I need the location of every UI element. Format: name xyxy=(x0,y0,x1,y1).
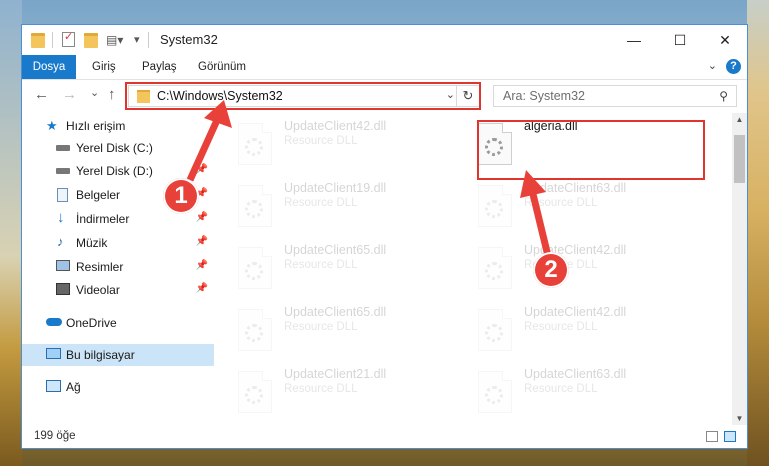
arrow-2-head xyxy=(520,170,546,198)
step-badge-2: 2 xyxy=(533,252,569,288)
arrow-1-shaft xyxy=(186,116,222,182)
arrow-2-shaft xyxy=(528,189,552,257)
step-badge-1: 1 xyxy=(163,178,199,214)
annotation-arrows xyxy=(186,100,552,257)
